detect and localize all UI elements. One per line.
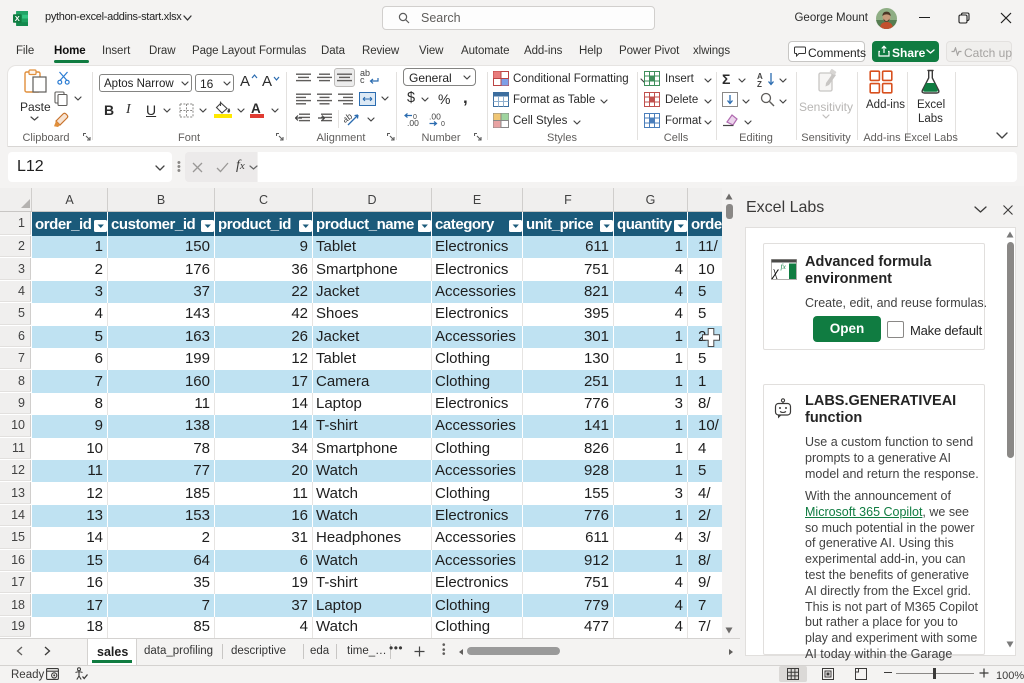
svg-text:χ: χ — [771, 265, 780, 280]
svg-text:0: 0 — [413, 114, 417, 121]
svg-text:X: X — [15, 14, 20, 23]
svg-text:ab: ab — [344, 112, 354, 125]
svg-text:.00: .00 — [429, 112, 441, 122]
svg-text:0: 0 — [441, 121, 445, 127]
svg-text:Z: Z — [757, 80, 762, 87]
svg-text:fx: fx — [781, 262, 787, 271]
